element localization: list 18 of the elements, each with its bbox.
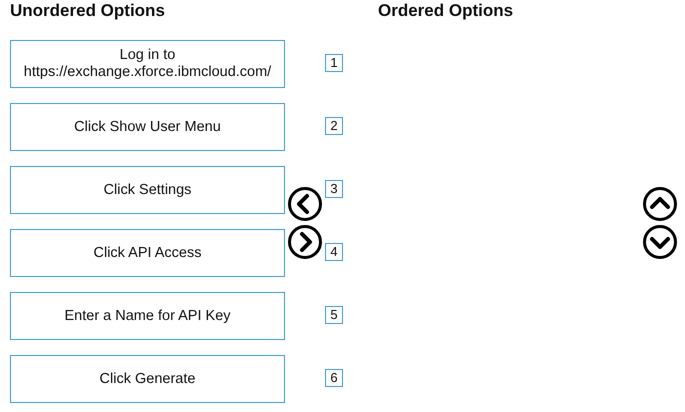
option-tile[interactable]: Click Settings (10, 166, 285, 214)
move-left-button[interactable] (287, 186, 323, 222)
unordered-title: Unordered Options (10, 0, 166, 22)
step-number: 4 (325, 243, 343, 261)
step-number: 6 (325, 369, 343, 387)
step-number: 1 (325, 54, 343, 72)
option-tile[interactable]: Log in to https://exchange.xforce.ibmcloud.com/ (10, 40, 285, 88)
option-tile[interactable]: Click API Access (10, 229, 285, 277)
move-up-button[interactable] (642, 186, 678, 222)
ordered-title: Ordered Options (378, 0, 514, 22)
move-down-button[interactable] (642, 224, 678, 260)
option-tile[interactable]: Click Show User Menu (10, 103, 285, 151)
move-right-button[interactable] (287, 224, 323, 260)
step-number: 2 (325, 117, 343, 135)
option-tile[interactable]: Enter a Name for API Key (10, 292, 285, 340)
step-number: 5 (325, 306, 343, 324)
option-tile[interactable]: Click Generate (10, 355, 285, 403)
step-number: 3 (325, 180, 343, 198)
